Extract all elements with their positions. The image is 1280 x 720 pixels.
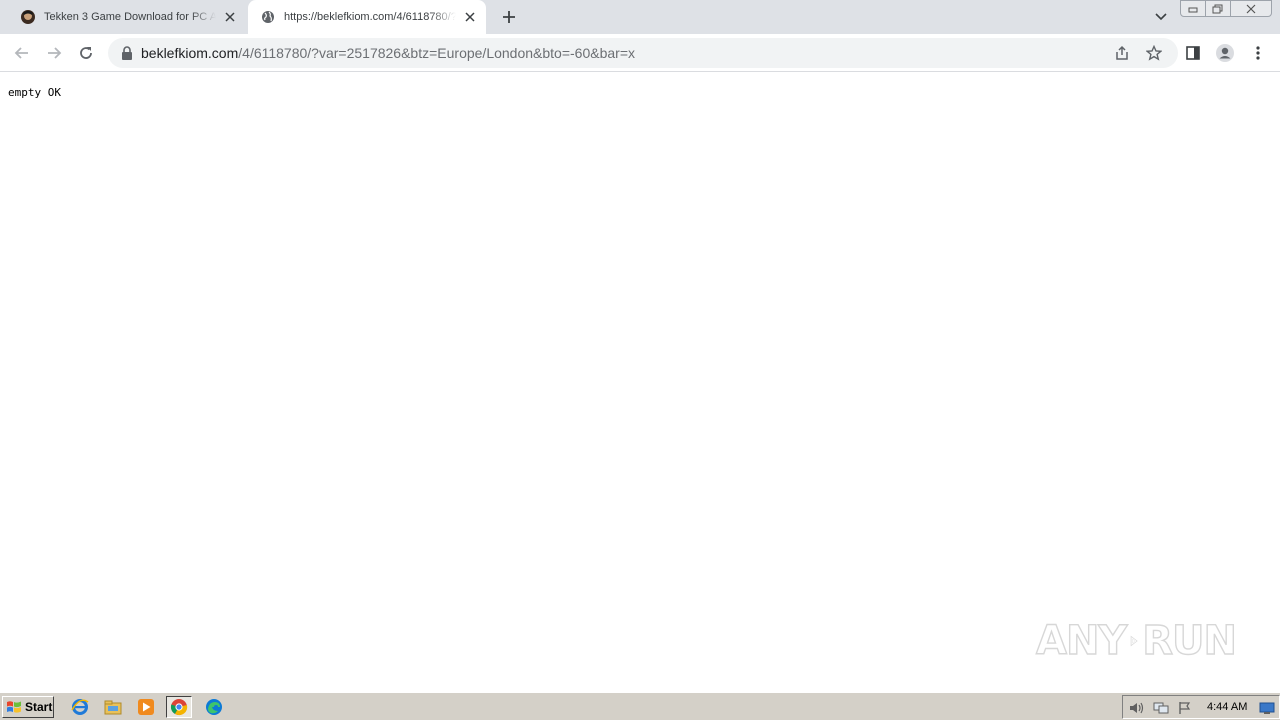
tab-strip: Tekken 3 Game Download for PC All Versio… (0, 0, 1280, 34)
address-bar[interactable]: beklefkiom.com/4/6118780/?var=2517826&bt… (108, 38, 1178, 68)
back-button[interactable] (9, 40, 35, 66)
restore-icon (1212, 4, 1223, 13)
share-icon[interactable] (1112, 43, 1132, 63)
edge-icon[interactable] (201, 696, 227, 718)
new-tab-button[interactable] (498, 6, 520, 28)
window-controls (1180, 0, 1272, 18)
watermark-text-right: RUN (1142, 617, 1238, 664)
tab-title: Tekken 3 Game Download for PC All Versio… (44, 11, 216, 23)
side-panel-icon (1186, 46, 1200, 60)
forward-button[interactable] (41, 40, 67, 66)
menu-button[interactable] (1245, 40, 1271, 66)
tab-title: https://beklefkiom.com/4/6118780/?var=25… (284, 11, 456, 23)
media-player-icon[interactable] (133, 696, 159, 718)
reload-button[interactable] (73, 40, 99, 66)
minimize-button[interactable] (1180, 0, 1206, 17)
plus-icon (503, 11, 515, 23)
chevron-down-icon (1155, 13, 1167, 21)
close-window-button[interactable] (1230, 0, 1272, 17)
anyrun-watermark: ANY RUN (1035, 608, 1238, 674)
network-icon[interactable] (1153, 700, 1169, 716)
tab-beklefkiom[interactable]: https://beklefkiom.com/4/6118780/?var=25… (248, 0, 486, 34)
start-label: Start (25, 700, 53, 714)
arrow-right-icon (48, 47, 62, 59)
url-path: /4/6118780/?var=2517826&btz=Europe/Londo… (238, 45, 635, 61)
action-center-flag-icon[interactable] (1177, 700, 1193, 716)
close-tab-icon[interactable] (222, 9, 238, 25)
tab-tekken[interactable]: Tekken 3 Game Download for PC All Versio… (8, 0, 246, 34)
lock-icon[interactable] (120, 45, 134, 61)
taskbar-clock[interactable]: 4:44 AM (1207, 701, 1247, 713)
speaker-icon[interactable] (1129, 700, 1145, 716)
system-tray: 4:44 AM (1122, 695, 1280, 719)
show-desktop-icon[interactable] (1259, 700, 1275, 716)
reload-icon (80, 47, 92, 59)
globe-icon (260, 9, 276, 25)
internet-explorer-icon[interactable] (67, 696, 93, 718)
page-body-text: empty OK (8, 86, 61, 99)
play-logo-icon (1131, 635, 1139, 647)
close-icon (1246, 4, 1256, 13)
restore-button[interactable] (1205, 0, 1231, 17)
file-explorer-icon[interactable] (100, 696, 126, 718)
tab-search-button[interactable] (1150, 6, 1172, 28)
start-button[interactable]: Start (2, 696, 54, 718)
page-content: empty OK ANY RUN (0, 72, 1280, 692)
windows-taskbar: Start 4:44 AM (0, 692, 1280, 720)
avatar-icon (1216, 44, 1234, 62)
profile-button[interactable] (1212, 40, 1238, 66)
minimize-icon (1188, 7, 1198, 12)
url-text[interactable]: beklefkiom.com/4/6118780/?var=2517826&bt… (141, 45, 635, 61)
arrow-left-icon (14, 47, 28, 59)
bookmark-star-icon[interactable] (1144, 43, 1164, 63)
windows-logo-icon (7, 701, 21, 713)
url-host: beklefkiom.com (141, 45, 239, 61)
watermark-text-left: ANY (1035, 617, 1128, 664)
close-tab-icon[interactable] (462, 9, 478, 25)
browser-toolbar: beklefkiom.com/4/6118780/?var=2517826&bt… (0, 34, 1280, 72)
kebab-menu-icon (1256, 46, 1260, 60)
tekken-favicon (20, 9, 36, 25)
side-panel-button[interactable] (1180, 40, 1206, 66)
chrome-icon[interactable] (166, 696, 192, 718)
